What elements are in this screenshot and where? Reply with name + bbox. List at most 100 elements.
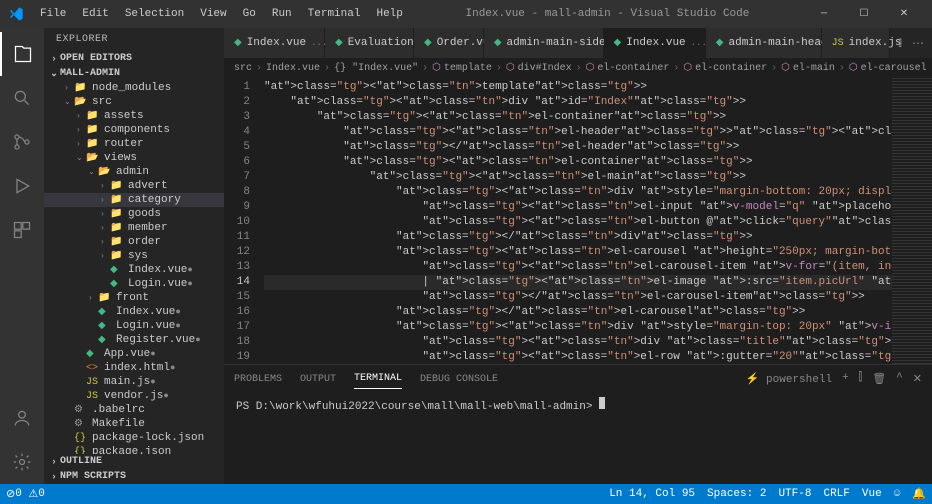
npm-scripts-section[interactable]: ›NPM SCRIPTS — [44, 469, 224, 484]
tree-file[interactable]: ⚙Makefile — [44, 417, 224, 431]
code-content[interactable]: "at">class="tg"><"at">class="tn">templat… — [264, 78, 892, 364]
settings-icon[interactable] — [0, 440, 44, 484]
minimap[interactable] — [892, 78, 932, 364]
tree-folder[interactable]: ›📁front — [44, 291, 224, 305]
status-eol[interactable]: CRLF — [817, 487, 855, 501]
tree-folder[interactable]: ›📁goods — [44, 207, 224, 221]
close-panel-icon[interactable]: ✕ — [913, 372, 922, 386]
extensions-icon[interactable] — [0, 208, 44, 252]
close-window-button[interactable]: ✕ — [884, 0, 924, 28]
maximize-button[interactable]: ☐ — [844, 0, 884, 28]
panel-tab-output[interactable]: OUTPUT — [300, 370, 336, 389]
tree-folder[interactable]: ›📁category — [44, 193, 224, 207]
menu-file[interactable]: File — [32, 4, 74, 24]
menu-edit[interactable]: Edit — [74, 4, 116, 24]
editor-tab[interactable]: ◆Index.vue ...\admin — [224, 28, 325, 58]
compare-icon[interactable]: ⫾ — [898, 36, 902, 50]
tree-folder[interactable]: ›📁member — [44, 221, 224, 235]
outline-section[interactable]: ›OUTLINE — [44, 454, 224, 469]
status-encoding[interactable]: UTF-8 — [772, 487, 817, 501]
tree-file[interactable]: ◆Login.vue ● — [44, 319, 224, 333]
sidebar-title: EXPLORER — [44, 28, 224, 51]
project-section[interactable]: ⌄MALL-ADMIN — [44, 66, 224, 81]
tree-file[interactable]: ◆Index.vue ● — [44, 263, 224, 277]
breadcrumbs[interactable]: src›Index.vue›{} "Index.vue"›⬡ template›… — [224, 58, 932, 78]
tree-folder[interactable]: ⌄📂views — [44, 151, 224, 165]
editor-tab[interactable]: ◆admin-main-sidebar.vue — [484, 28, 604, 58]
tree-file[interactable]: <>index.html ● — [44, 361, 224, 375]
breadcrumb-item[interactable]: ⬡ div#Index — [506, 62, 572, 74]
run-debug-icon[interactable] — [0, 164, 44, 208]
menu-go[interactable]: Go — [235, 4, 264, 24]
tree-folder[interactable]: ›📁sys — [44, 249, 224, 263]
status-line-col[interactable]: Ln 14, Col 95 — [603, 487, 701, 501]
explorer-icon[interactable] — [0, 32, 44, 76]
panel-tab-problems[interactable]: PROBLEMS — [234, 370, 282, 389]
tree-folder[interactable]: ›📁components — [44, 123, 224, 137]
breadcrumb-item[interactable]: Index.vue — [266, 63, 320, 74]
tree-folder[interactable]: ›📁advert — [44, 179, 224, 193]
editor-tabs: ◆Index.vue ...\admin◆Evaluation.vue◆Orde… — [224, 28, 932, 58]
tree-file[interactable]: ◆Index.vue ● — [44, 305, 224, 319]
editor-tab[interactable]: JSindex.js — [822, 28, 891, 58]
activity-bar — [0, 28, 44, 484]
file-tree: ›📁node_modules⌄📂src›📁assets›📁components›… — [44, 81, 224, 454]
editor-tab[interactable]: ◆Index.vue ...\views✕ — [604, 28, 706, 58]
breadcrumb-item[interactable]: ⬡ el-container — [586, 62, 670, 74]
breadcrumb-item[interactable]: src — [234, 63, 252, 74]
accounts-icon[interactable] — [0, 396, 44, 440]
status-language[interactable]: Vue — [856, 487, 888, 501]
panel-tab-terminal[interactable]: TERMINAL — [354, 369, 402, 389]
tree-folder[interactable]: ›📁router — [44, 137, 224, 151]
search-icon[interactable] — [0, 76, 44, 120]
split-terminal-icon[interactable]: ⫿ — [859, 372, 863, 386]
tree-file[interactable]: ⚙.babelrc — [44, 403, 224, 417]
tree-file[interactable]: ◆Login.vue ● — [44, 277, 224, 291]
breadcrumb-item[interactable]: ⬡ el-container — [683, 62, 767, 74]
breadcrumb-item[interactable]: ⬡ template — [432, 62, 492, 74]
kill-terminal-icon[interactable]: 🗑 — [872, 372, 886, 386]
editor-tab[interactable]: ◆Evaluation.vue — [325, 28, 414, 58]
status-errors[interactable]: ⊘ 0 ⚠ 0 — [0, 487, 51, 501]
tree-file[interactable]: {}package-lock.json — [44, 431, 224, 445]
statusbar: ⊘ 0 ⚠ 0 Ln 14, Col 95 Spaces: 2 UTF-8 CR… — [0, 484, 932, 504]
minimize-button[interactable]: ─ — [804, 0, 844, 28]
editor-body[interactable]: 1234567891011121314151617181920212223242… — [224, 78, 932, 364]
line-gutter: 1234567891011121314151617181920212223242… — [224, 78, 264, 364]
tree-folder[interactable]: ›📁order — [44, 235, 224, 249]
menu-view[interactable]: View — [192, 4, 234, 24]
panel-tab-debug[interactable]: DEBUG CONSOLE — [420, 370, 498, 389]
terminal-shell-label[interactable]: ⚡ powershell — [746, 372, 832, 386]
editor-area: ◆Index.vue ...\admin◆Evaluation.vue◆Orde… — [224, 28, 932, 484]
tree-file[interactable]: ◆Register.vue ● — [44, 333, 224, 347]
tree-file[interactable]: {}package.json — [44, 445, 224, 454]
terminal-prompt: PS D:\work\wfuhui2022\course\mall\mall-w… — [236, 401, 592, 413]
tree-file[interactable]: ◆App.vue ● — [44, 347, 224, 361]
tree-folder[interactable]: ›📁assets — [44, 109, 224, 123]
tree-folder[interactable]: ⌄📂admin — [44, 165, 224, 179]
editor-tab[interactable]: ◆Order.vue — [414, 28, 484, 58]
maximize-panel-icon[interactable]: ^ — [896, 372, 903, 386]
tree-folder[interactable]: ⌄📂src — [44, 95, 224, 109]
more-actions-icon[interactable]: ⋯ — [912, 36, 924, 51]
menu-terminal[interactable]: Terminal — [300, 4, 369, 24]
source-control-icon[interactable] — [0, 120, 44, 164]
status-notifications-icon[interactable]: 🔔 — [906, 487, 932, 501]
terminal-body[interactable]: PS D:\work\wfuhui2022\course\mall\mall-w… — [224, 393, 932, 484]
breadcrumb-item[interactable]: ⬡ el-main — [781, 62, 835, 74]
window-title: Index.vue - mall-admin - Visual Studio C… — [411, 8, 804, 20]
status-feedback[interactable]: ☺ — [888, 487, 907, 501]
new-terminal-icon[interactable]: + — [842, 372, 849, 386]
menu-selection[interactable]: Selection — [117, 4, 192, 24]
menubar: File Edit Selection View Go Run Terminal… — [32, 4, 411, 24]
status-spaces[interactable]: Spaces: 2 — [701, 487, 772, 501]
editor-tab[interactable]: ◆admin-main-header.vue — [706, 28, 822, 58]
tree-file[interactable]: JSmain.js ● — [44, 375, 224, 389]
menu-help[interactable]: Help — [368, 4, 410, 24]
open-editors-section[interactable]: ›OPEN EDITORS — [44, 51, 224, 66]
breadcrumb-item[interactable]: {} "Index.vue" — [334, 63, 418, 74]
breadcrumb-item[interactable]: ⬡ el-carousel — [849, 62, 927, 74]
tree-file[interactable]: JSvendor.js ● — [44, 389, 224, 403]
menu-run[interactable]: Run — [264, 4, 300, 24]
tree-folder[interactable]: ›📁node_modules — [44, 81, 224, 95]
